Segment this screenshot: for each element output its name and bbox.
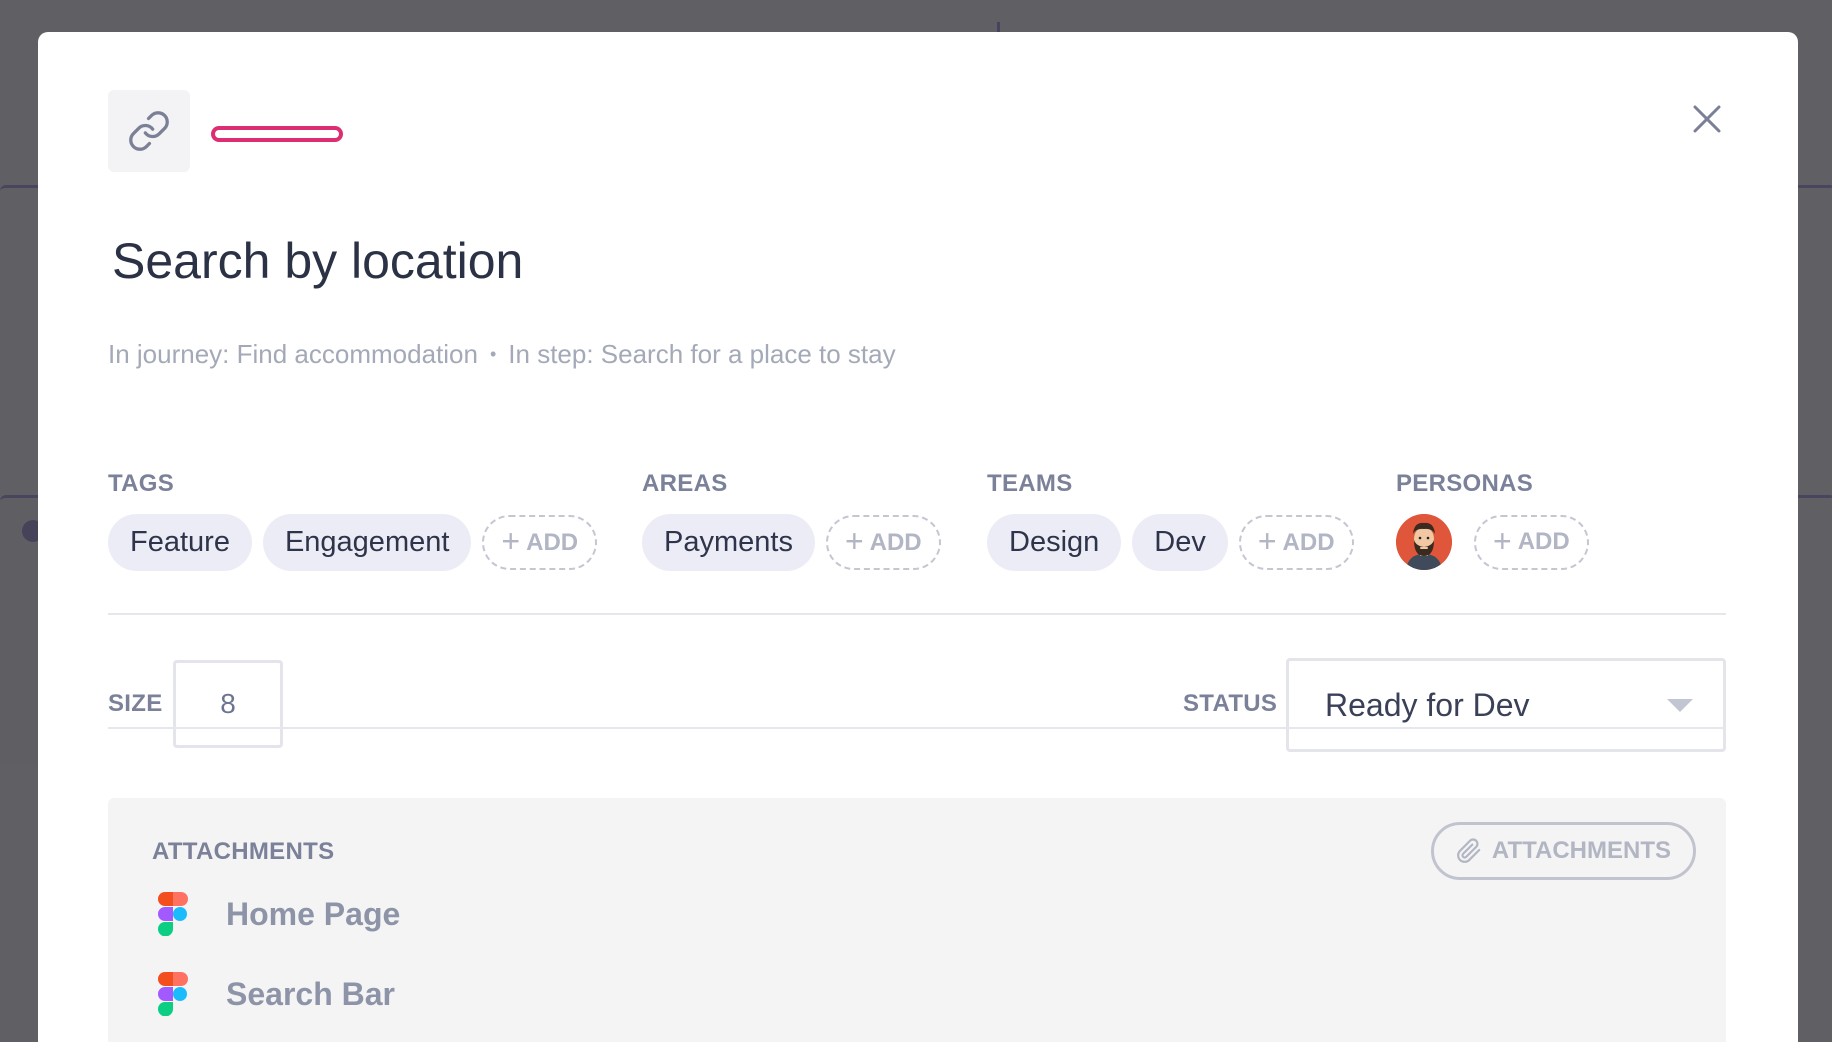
add-team-button[interactable]: + ADD	[1238, 515, 1354, 570]
breadcrumb: In journey: Find accommodation • In step…	[108, 339, 896, 370]
tag-chip[interactable]: Feature	[108, 514, 252, 571]
breadcrumb-journey[interactable]: In journey: Find accommodation	[108, 339, 478, 370]
areas-group: AREAS Payments + ADD	[642, 470, 941, 571]
attachment-item[interactable]: Home Page	[158, 892, 400, 936]
tags-group: TAGS Feature Engagement + ADD	[108, 470, 598, 571]
size-label: SIZE	[108, 690, 163, 717]
add-tag-button[interactable]: + ADD	[482, 515, 598, 570]
team-chip[interactable]: Dev	[1132, 514, 1228, 571]
close-icon	[1693, 105, 1721, 133]
team-chip[interactable]: Design	[987, 514, 1122, 571]
attachment-item[interactable]: Search Bar	[158, 972, 395, 1016]
area-chip[interactable]: Payments	[642, 514, 815, 571]
status-select[interactable]: Ready for Dev	[1286, 658, 1726, 752]
status-value: Ready for Dev	[1325, 686, 1530, 723]
personas-label: PERSONAS	[1396, 470, 1534, 497]
add-area-button[interactable]: + ADD	[825, 515, 941, 570]
tag-chip[interactable]: Engagement	[262, 514, 472, 571]
close-button[interactable]	[1688, 100, 1726, 138]
link-icon	[129, 111, 169, 151]
add-attachment-button[interactable]: ATTACHMENTS	[1430, 822, 1696, 880]
areas-label: AREAS	[642, 470, 728, 497]
plus-icon: +	[1257, 523, 1277, 559]
plus-icon: +	[1493, 522, 1512, 559]
status-label: STATUS	[1183, 690, 1278, 717]
divider	[108, 727, 1726, 729]
plus-icon: +	[844, 523, 864, 559]
add-tag-label: ADD	[526, 528, 579, 556]
figma-icon	[158, 892, 188, 936]
plus-icon: +	[501, 523, 521, 559]
personas-group: PERSONAS + ADD	[1396, 470, 1589, 570]
attachments-label: ATTACHMENTS	[152, 838, 335, 865]
add-persona-button[interactable]: + ADD	[1474, 514, 1589, 570]
add-persona-label: ADD	[1517, 528, 1570, 555]
add-area-label: ADD	[869, 528, 922, 556]
chevron-down-icon	[1667, 699, 1693, 712]
persona-avatar[interactable]	[1396, 514, 1452, 570]
link-icon-button[interactable]	[108, 90, 190, 172]
size-input[interactable]: 8	[173, 660, 283, 748]
story-detail-modal: Search by location In journey: Find acco…	[38, 32, 1798, 1042]
teams-label: TEAMS	[987, 470, 1073, 497]
attachment-name: Home Page	[226, 895, 401, 932]
breadcrumb-step[interactable]: In step: Search for a place to stay	[508, 339, 895, 370]
bearded-man-avatar-icon	[1396, 514, 1452, 570]
attachments-panel: ATTACHMENTS ATTACHMENTS Home Page Search…	[108, 798, 1726, 1042]
figma-icon	[158, 972, 188, 1016]
link-name-input[interactable]	[211, 126, 343, 142]
teams-group: TEAMS Design Dev + ADD	[987, 470, 1354, 571]
page-title[interactable]: Search by location	[112, 232, 523, 290]
add-team-label: ADD	[1282, 528, 1335, 556]
attachment-name: Search Bar	[226, 975, 395, 1012]
add-attachment-label: ATTACHMENTS	[1491, 837, 1671, 864]
tags-label: TAGS	[108, 470, 175, 497]
breadcrumb-separator: •	[489, 344, 497, 364]
paperclip-icon	[1457, 838, 1481, 863]
divider	[108, 613, 1726, 615]
